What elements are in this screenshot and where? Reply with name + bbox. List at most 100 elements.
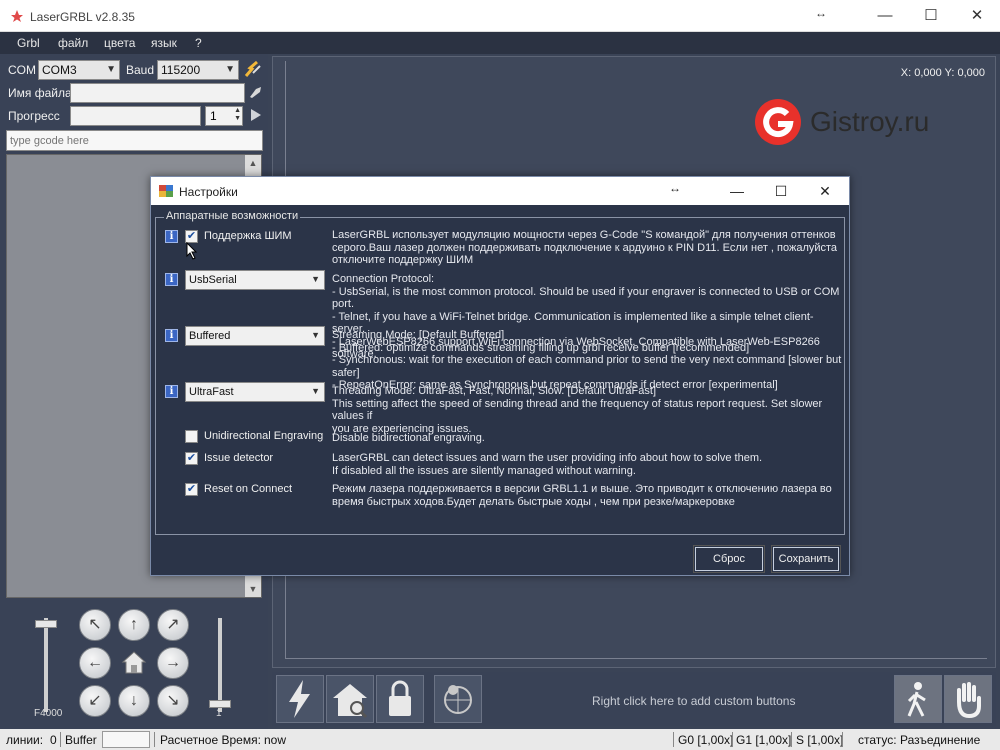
menu-colors[interactable]: цвета: [104, 36, 135, 50]
reset-on-connect-checkbox[interactable]: [185, 483, 198, 496]
home-button[interactable]: [118, 647, 150, 679]
jog-nw-button[interactable]: ↖: [79, 609, 111, 641]
file-label: Имя файла: [8, 86, 72, 100]
streaming-mode-select[interactable]: Buffered ▼: [185, 326, 325, 346]
house-search-icon: [333, 684, 368, 719]
step-label: 1: [216, 708, 222, 719]
menu-bar: Grbl файл цвета язык ?: [0, 32, 1000, 54]
com-select[interactable]: COM3 ▼: [38, 60, 120, 80]
status-bar: линии: 0 Buffer Расчетное Время: now G0 …: [0, 729, 1000, 750]
home-icon: [121, 651, 147, 674]
s-override[interactable]: S [1,00x]: [796, 733, 843, 747]
step-slider[interactable]: [218, 618, 222, 712]
gistroy-logo: Gistroy.ru: [754, 98, 929, 149]
feed-slider[interactable]: [44, 618, 48, 712]
buffer-bar: [102, 731, 150, 748]
walk-button[interactable]: [894, 675, 942, 723]
status-separator: [732, 732, 733, 747]
feed-label: F4000: [34, 708, 63, 719]
scroll-down-icon[interactable]: ▼: [245, 581, 261, 597]
info-icon[interactable]: i: [165, 273, 178, 286]
open-file-icon[interactable]: [248, 84, 264, 100]
protocol-select[interactable]: UsbSerial ▼: [185, 270, 325, 290]
unidirectional-checkbox[interactable]: [185, 430, 198, 443]
jog-w-button[interactable]: ←: [79, 647, 111, 679]
menu-help[interactable]: ?: [195, 36, 202, 50]
dialog-close-button[interactable]: ✕: [803, 177, 847, 205]
streaming-mode-value: Buffered: [189, 330, 231, 342]
home-search-button[interactable]: [326, 675, 374, 723]
unidirectional-description: Disable bidirectional engraving.: [332, 432, 485, 444]
flash-button[interactable]: [276, 675, 324, 723]
lines-value: 0: [50, 733, 57, 747]
app-logo-icon: [11, 10, 23, 22]
custom-buttons-hint[interactable]: Right click here to add custom buttons: [592, 694, 795, 708]
jog-e-button[interactable]: →: [157, 647, 189, 679]
chevron-down-icon: ▼: [225, 64, 235, 75]
feed-slider-thumb[interactable]: [35, 620, 57, 628]
pwm-label: Поддержка ШИМ: [204, 230, 292, 242]
stop-button[interactable]: [944, 675, 992, 723]
info-icon[interactable]: i: [165, 230, 178, 243]
lasergrbl-window: LaserGRBL v2.8.35 ↔ — ☐ ✕ Grbl файл цвет…: [0, 0, 1000, 750]
baud-select[interactable]: 115200 ▼: [157, 60, 239, 80]
settings-dialog: Настройки ↔ — ☐ ✕ Аппаратные возможности…: [150, 176, 850, 576]
threading-mode-select[interactable]: UltraFast ▼: [185, 382, 325, 402]
lock-icon: [389, 680, 411, 716]
save-button[interactable]: Сохранить: [771, 545, 841, 573]
close-button[interactable]: ✕: [954, 0, 1000, 32]
window-title: LaserGRBL v2.8.35: [30, 10, 135, 24]
lines-label: линии:: [6, 733, 44, 747]
run-icon[interactable]: [249, 108, 263, 122]
stepper-arrows-icon[interactable]: ▲ ▼: [234, 107, 241, 123]
gistroy-logo-icon: [755, 99, 801, 145]
baud-label: Baud: [126, 63, 155, 77]
progress-label: Прогресс: [8, 109, 60, 123]
unidirectional-label: Unidirectional Engraving: [204, 430, 324, 442]
copies-stepper[interactable]: 1 ▲ ▼: [205, 106, 243, 126]
resize-icon: ↔: [815, 6, 827, 20]
com-value: COM3: [42, 63, 77, 77]
dialog-minimize-button[interactable]: —: [715, 177, 759, 205]
copies-value: 1: [210, 109, 217, 123]
maximize-button[interactable]: ☐: [908, 0, 954, 32]
g1-override[interactable]: G1 [1,00x]: [736, 733, 791, 747]
coordinates-readout: X: 0,000 Y: 0,000: [900, 67, 985, 79]
status-separator: [60, 732, 61, 747]
dialog-title: Настройки: [179, 185, 238, 199]
menu-file[interactable]: файл: [58, 36, 88, 50]
group-title: Аппаратные возможности: [164, 210, 301, 222]
status-separator: [154, 732, 155, 747]
jog-se-button[interactable]: ↘: [157, 685, 189, 717]
menu-grbl[interactable]: Grbl: [17, 36, 40, 50]
walking-person-icon: [907, 682, 926, 717]
streaming-description: Streaming Mode: [Default Buffered] - Buf…: [332, 329, 842, 391]
hand-stop-icon: [957, 682, 981, 719]
step-slider-thumb[interactable]: [209, 700, 231, 708]
protocol-value: UsbSerial: [189, 274, 237, 286]
jog-ne-button[interactable]: ↗: [157, 609, 189, 641]
g0-override[interactable]: G0 [1,00x]: [678, 733, 733, 747]
gcode-input[interactable]: [6, 130, 263, 151]
globe-button[interactable]: [434, 675, 482, 723]
issue-detector-description: LaserGRBL can detect issues and warn the…: [332, 452, 763, 477]
minimize-button[interactable]: —: [862, 0, 908, 32]
scroll-up-icon[interactable]: ▲: [245, 155, 261, 171]
connect-icon[interactable]: [243, 59, 263, 79]
jog-n-button[interactable]: ↑: [118, 609, 150, 641]
buffer-label: Buffer: [65, 733, 97, 747]
status-separator: [842, 732, 843, 747]
baud-value: 115200: [161, 63, 201, 77]
dialog-maximize-button[interactable]: ☐: [759, 177, 803, 205]
progress-bar: [70, 106, 201, 126]
menu-language[interactable]: язык: [151, 36, 177, 50]
jog-s-button[interactable]: ↓: [118, 685, 150, 717]
reset-button[interactable]: Сброс: [693, 545, 765, 573]
issue-detector-checkbox[interactable]: [185, 452, 198, 465]
reset-on-connect-description: Режим лазера поддерживается в версии GRB…: [332, 483, 832, 508]
info-icon[interactable]: i: [165, 329, 178, 342]
jog-sw-button[interactable]: ↙: [79, 685, 111, 717]
file-name-field[interactable]: [70, 83, 245, 103]
unlock-button[interactable]: [376, 675, 424, 723]
info-icon[interactable]: i: [165, 385, 178, 398]
